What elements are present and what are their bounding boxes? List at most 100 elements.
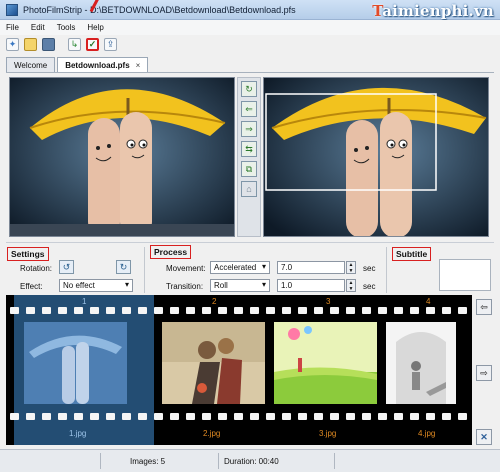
new-project-icon[interactable]: ✦ xyxy=(6,37,19,51)
divider xyxy=(386,247,387,293)
lock-icon[interactable]: ⌂ xyxy=(241,181,257,197)
sprocket-hole xyxy=(410,307,419,314)
status-images: Images: 5 xyxy=(130,457,166,466)
sprocket-hole xyxy=(42,413,51,420)
tab-project-label: Betdownload.pfs xyxy=(65,60,130,70)
menu-file[interactable]: File xyxy=(6,23,19,32)
link-icon[interactable]: ⧉ xyxy=(241,161,257,177)
movement-duration-input[interactable]: 7.0 ▲ ▼ xyxy=(277,261,356,274)
sprocket-hole xyxy=(330,307,339,314)
status-duration: Duration: 00:40 xyxy=(224,457,279,466)
film-frame-2[interactable] xyxy=(162,322,265,404)
sprocket-hole xyxy=(250,413,259,420)
sprocket-hole xyxy=(154,307,163,314)
sprocket-hole xyxy=(410,413,419,420)
effect-select[interactable]: No effect xyxy=(59,279,133,292)
frame-filename: 3.jpg xyxy=(319,429,337,438)
transition-spin-arrows[interactable]: ▲ ▼ xyxy=(346,279,356,292)
sprocket-hole xyxy=(26,413,35,420)
divider xyxy=(144,247,145,293)
sprocket-hole xyxy=(298,413,307,420)
sprocket-hole xyxy=(362,307,371,314)
transition-duration-input[interactable]: 1.0 ▲ ▼ xyxy=(277,279,356,292)
toolbar: ✦ ↳ ✓ ⇪ xyxy=(0,35,500,53)
frame-number: 4 xyxy=(426,297,431,306)
sprocket-hole xyxy=(42,307,51,314)
sprocket-hole xyxy=(346,413,355,420)
frame-filename: 1.jpg xyxy=(69,429,87,438)
move-to-end-icon[interactable]: ⇒ xyxy=(241,121,257,137)
sprocket-hole xyxy=(170,307,179,314)
sprocket-hole xyxy=(138,307,147,314)
open-folder-icon[interactable] xyxy=(24,37,37,51)
sprocket-hole xyxy=(314,307,323,314)
film-frame-4[interactable] xyxy=(386,322,456,404)
sprocket-hole xyxy=(346,307,355,314)
tab-project[interactable]: Betdownload.pfs × xyxy=(57,57,149,72)
film-frame-3[interactable] xyxy=(274,322,377,404)
document-tabs: Welcome Betdownload.pfs × xyxy=(6,57,150,72)
import-pictures-icon[interactable]: ↳ xyxy=(68,37,81,51)
sprocket-hole xyxy=(282,413,291,420)
sprocket-hole xyxy=(90,307,99,314)
editor-side-buttons: ↻ ⇐ ⇒ ⇆ ⧉ ⌂ xyxy=(237,77,261,237)
sprocket-hole xyxy=(314,413,323,420)
subtitle-input[interactable] xyxy=(439,259,491,291)
sprocket-hole xyxy=(458,413,467,420)
swap-icon[interactable]: ⇆ xyxy=(241,141,257,157)
close-tab-icon[interactable]: × xyxy=(136,61,141,70)
movement-spin-arrows[interactable]: ▲ ▼ xyxy=(346,261,356,274)
sprocket-hole xyxy=(218,307,227,314)
end-image-preview[interactable] xyxy=(263,77,489,237)
rotate-right-icon[interactable]: ↻ xyxy=(116,260,131,274)
sprocket-hole xyxy=(250,307,259,314)
app-icon xyxy=(6,3,18,16)
sprocket-hole xyxy=(10,413,19,420)
export-icon[interactable]: ⇪ xyxy=(104,37,117,51)
transition-select[interactable]: Roll xyxy=(210,279,270,292)
sprocket-holes-bottom xyxy=(6,413,472,423)
sprocket-hole xyxy=(442,307,451,314)
menu-help[interactable]: Help xyxy=(87,23,103,32)
remove-icon[interactable]: ✕ xyxy=(476,429,492,445)
move-left-icon[interactable]: ⇦ xyxy=(476,299,492,315)
sprocket-hole xyxy=(298,307,307,314)
start-image-preview[interactable] xyxy=(9,77,235,237)
sprocket-hole xyxy=(58,307,67,314)
frame-number: 2 xyxy=(212,297,217,306)
sprocket-hole xyxy=(282,307,291,314)
transition-unit: sec xyxy=(363,282,376,291)
tab-welcome[interactable]: Welcome xyxy=(6,57,56,72)
sprocket-hole xyxy=(106,413,115,420)
sprocket-hole xyxy=(394,413,403,420)
move-to-start-icon[interactable]: ⇐ xyxy=(241,101,257,117)
frame-1-thumbnail xyxy=(24,322,127,404)
sprocket-hole xyxy=(218,413,227,420)
tab-welcome-label: Welcome xyxy=(14,60,48,70)
movement-unit: sec xyxy=(363,264,376,273)
sprocket-hole xyxy=(10,307,19,314)
sprocket-hole xyxy=(266,307,275,314)
sprocket-hole xyxy=(202,307,211,314)
save-icon[interactable] xyxy=(42,37,55,51)
move-right-icon[interactable]: ⇨ xyxy=(476,365,492,381)
movement-select[interactable]: Accelerated xyxy=(210,261,270,274)
sprocket-hole xyxy=(234,307,243,314)
menu-tools[interactable]: Tools xyxy=(57,23,76,32)
filmstrip-nav: ⇦ ⇨ ✕ xyxy=(474,295,494,445)
sprocket-hole xyxy=(90,413,99,420)
frame-4-thumbnail xyxy=(386,322,456,404)
image-rotate-icon[interactable]: ↻ xyxy=(241,81,257,97)
rotate-left-icon[interactable]: ↺ xyxy=(59,260,74,274)
sprocket-hole xyxy=(442,413,451,420)
sprocket-hole xyxy=(202,413,211,420)
render-check-icon[interactable]: ✓ xyxy=(86,37,99,51)
sprocket-hole xyxy=(330,413,339,420)
subtitle-title: Subtitle xyxy=(392,247,432,261)
film-frame-1[interactable] xyxy=(24,322,127,404)
film-strip[interactable]: 1 2 3 4 1.jpg 2.jpg 3.jpg 4.jpg xyxy=(6,295,472,445)
frame-number: 3 xyxy=(326,297,331,306)
image-editor: ↻ ⇐ ⇒ ⇆ ⧉ ⌂ xyxy=(6,72,494,242)
status-divider xyxy=(334,453,335,469)
menu-edit[interactable]: Edit xyxy=(31,23,45,32)
